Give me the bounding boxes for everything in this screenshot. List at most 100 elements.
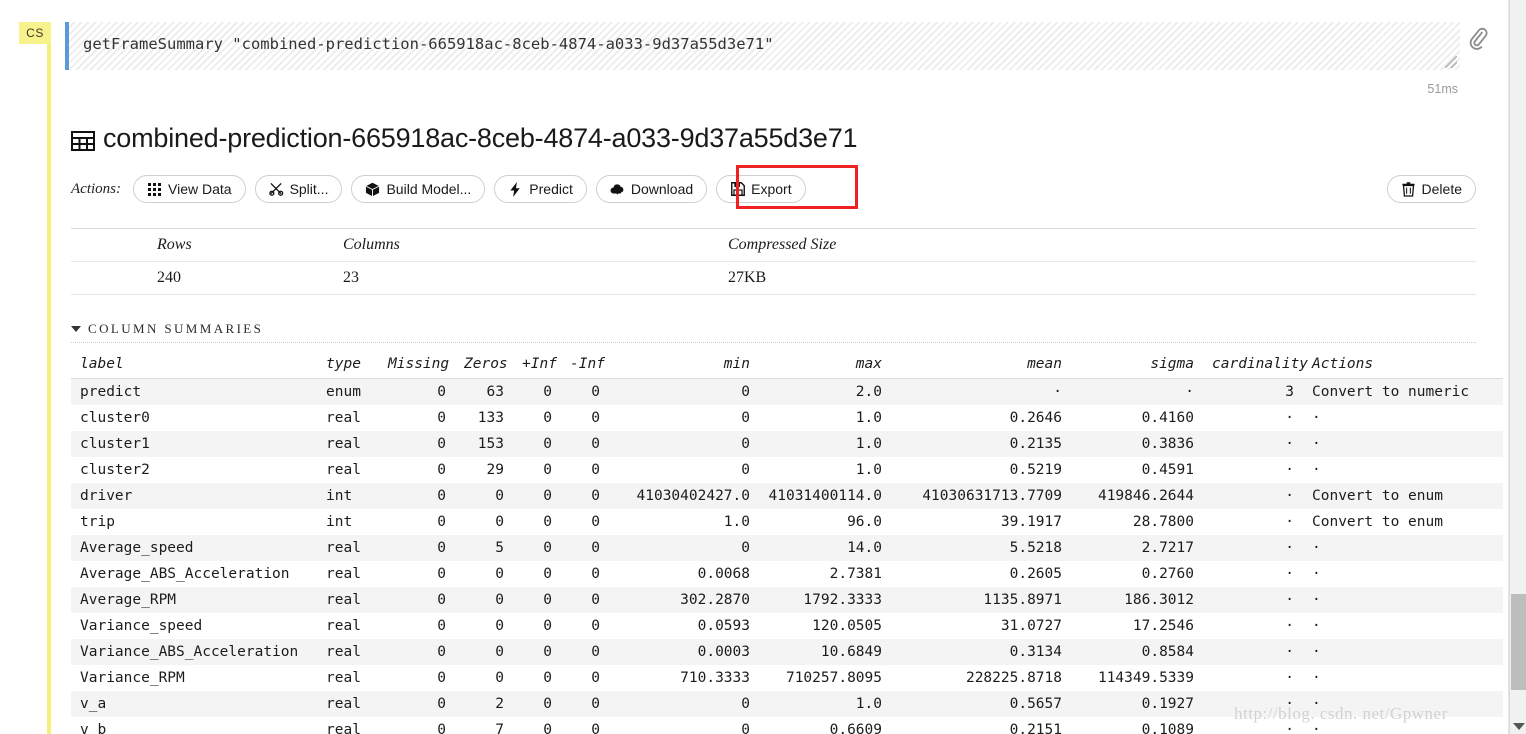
- cell-pinf: 0: [543, 462, 552, 478]
- cell-pinf: 0: [543, 722, 552, 734]
- cell-zeros: 7: [495, 722, 504, 734]
- col-header-sigma[interactable]: sigma: [1071, 351, 1203, 379]
- col-header-plus-inf[interactable]: +Inf: [513, 351, 561, 379]
- cell-zeros: 29: [486, 462, 504, 478]
- cell-min: 0: [741, 436, 750, 452]
- col-header-cardinality[interactable]: cardinality: [1203, 351, 1308, 379]
- cell-mean: 41030631713.7709: [922, 488, 1062, 504]
- cell-actions[interactable]: ·: [1303, 717, 1503, 734]
- cell-type: enum: [326, 384, 361, 400]
- col-header-label[interactable]: label: [71, 351, 317, 379]
- cell-pinf: 0: [543, 644, 552, 660]
- column-summaries-title: COLUMN SUMMARIES: [88, 321, 264, 336]
- col-header-zeros[interactable]: Zeros: [455, 351, 513, 379]
- cell-pinf: 0: [543, 384, 552, 400]
- cell-label[interactable]: v_a: [71, 691, 317, 717]
- cell-max: 1.0: [855, 462, 882, 478]
- table-row: v_b real 0 7 0 0 0 0.6609 0.2151 0.1089 · ·: [71, 717, 1503, 734]
- flow-command-input[interactable]: getFrameSummary "combined-prediction-665…: [65, 22, 1460, 70]
- cell-actions[interactable]: ·: [1303, 639, 1503, 665]
- col-header-min[interactable]: min: [609, 351, 759, 379]
- cell-actions[interactable]: Convert to enum: [1303, 483, 1503, 509]
- cell-type-badge[interactable]: CS: [19, 22, 51, 44]
- cell-label[interactable]: cluster1: [71, 431, 317, 457]
- cell-label[interactable]: Variance_speed: [71, 613, 317, 639]
- column-summaries-header-row: label type Missing Zeros +Inf -Inf min m…: [71, 351, 1503, 379]
- col-header-type[interactable]: type: [317, 351, 379, 379]
- cell-label[interactable]: cluster0: [71, 405, 317, 431]
- cell-actions[interactable]: ·: [1303, 691, 1503, 717]
- cell-label[interactable]: cluster2: [71, 457, 317, 483]
- cell-mean: 0.2605: [1009, 566, 1062, 582]
- col-header-actions[interactable]: Actions: [1303, 351, 1503, 379]
- cell-pinf: 0: [543, 566, 552, 582]
- cell-pinf: 0: [543, 618, 552, 634]
- cell-cardinality: ·: [1285, 462, 1294, 478]
- cell-label[interactable]: Average_ABS_Acceleration: [71, 561, 317, 587]
- cell-min: 302.2870: [680, 592, 750, 608]
- cell-cardinality: ·: [1285, 488, 1294, 504]
- split-button[interactable]: Split...: [254, 175, 343, 203]
- cell-type: real: [326, 566, 361, 582]
- col-header-max[interactable]: max: [759, 351, 891, 379]
- resize-grip-handle[interactable]: [1445, 56, 1457, 68]
- column-summaries-table: label type Missing Zeros +Inf -Inf min m…: [71, 351, 1503, 734]
- caret-down-icon: [71, 326, 81, 332]
- cell-label[interactable]: v_b: [71, 717, 317, 734]
- cell-zeros: 0: [495, 592, 504, 608]
- cell-min: 0: [741, 462, 750, 478]
- paperclip-icon[interactable]: [1467, 27, 1491, 53]
- build-model-button[interactable]: Build Model...: [351, 175, 486, 203]
- vertical-scrollbar[interactable]: [1509, 0, 1526, 734]
- delete-button[interactable]: Delete: [1386, 175, 1476, 203]
- cell-min: 0: [741, 696, 750, 712]
- cell-zeros: 0: [495, 618, 504, 634]
- cell-gutter-bar: [47, 22, 51, 734]
- page-root: CS getFrameSummary "combined-prediction-…: [0, 0, 1526, 734]
- cell-actions[interactable]: ·: [1303, 587, 1503, 613]
- table-row: cluster2 real 0 29 0 0 0 1.0 0.5219 0.4591 · ·: [71, 457, 1503, 483]
- cell-actions[interactable]: ·: [1303, 405, 1503, 431]
- cell-type: real: [326, 592, 361, 608]
- table-grid-icon: [71, 128, 95, 151]
- scissors-icon: [268, 182, 284, 197]
- cell-label[interactable]: predict: [71, 379, 317, 406]
- cell-label[interactable]: driver: [71, 483, 317, 509]
- predict-button[interactable]: Predict: [494, 175, 587, 203]
- cell-actions[interactable]: ·: [1303, 535, 1503, 561]
- cell-actions[interactable]: ·: [1303, 561, 1503, 587]
- cell-label[interactable]: Average_speed: [71, 535, 317, 561]
- cell-label[interactable]: Variance_ABS_Acceleration: [71, 639, 317, 665]
- table-row: Average_speed real 0 5 0 0 0 14.0 5.5218 2.7217 · ·: [71, 535, 1503, 561]
- cell-label[interactable]: trip: [71, 509, 317, 535]
- cell-label[interactable]: Variance_RPM: [71, 665, 317, 691]
- export-button[interactable]: Export: [716, 175, 806, 203]
- cell-max: 1792.3333: [803, 592, 882, 608]
- cell-mean: ·: [1053, 384, 1062, 400]
- table-row: Variance_RPM real 0 0 0 0 710.3333 710257.8095 2…: [71, 665, 1503, 691]
- cell-actions[interactable]: ·: [1303, 613, 1503, 639]
- cell-mean: 1135.8971: [983, 592, 1062, 608]
- cell-mean: 5.5218: [1009, 540, 1062, 556]
- cell-pinf: 0: [543, 540, 552, 556]
- cube-icon: [365, 182, 380, 197]
- execution-time-label: 51ms: [1427, 82, 1458, 96]
- scroll-down-arrow-icon[interactable]: [1513, 723, 1525, 730]
- cell-actions[interactable]: Convert to numeric: [1303, 379, 1503, 406]
- cell-mean: 39.1917: [1000, 514, 1062, 530]
- col-header-minus-inf[interactable]: -Inf: [561, 351, 609, 379]
- cell-ninf: 0: [591, 696, 600, 712]
- view-data-button[interactable]: View Data: [133, 175, 246, 203]
- scrollbar-thumb[interactable]: [1511, 594, 1526, 690]
- cell-actions[interactable]: ·: [1303, 665, 1503, 691]
- frame-stats-table: Rows Columns Compressed Size 240 23 27KB: [71, 228, 1476, 295]
- cell-actions[interactable]: ·: [1303, 457, 1503, 483]
- column-summaries-toggle[interactable]: COLUMN SUMMARIES: [71, 321, 1476, 343]
- col-header-mean[interactable]: mean: [891, 351, 1071, 379]
- download-button[interactable]: Download: [595, 175, 708, 203]
- col-header-missing[interactable]: Missing: [379, 351, 455, 379]
- cell-cardinality: ·: [1285, 644, 1294, 660]
- cell-actions[interactable]: ·: [1303, 431, 1503, 457]
- cell-actions[interactable]: Convert to enum: [1303, 509, 1503, 535]
- cell-label[interactable]: Average_RPM: [71, 587, 317, 613]
